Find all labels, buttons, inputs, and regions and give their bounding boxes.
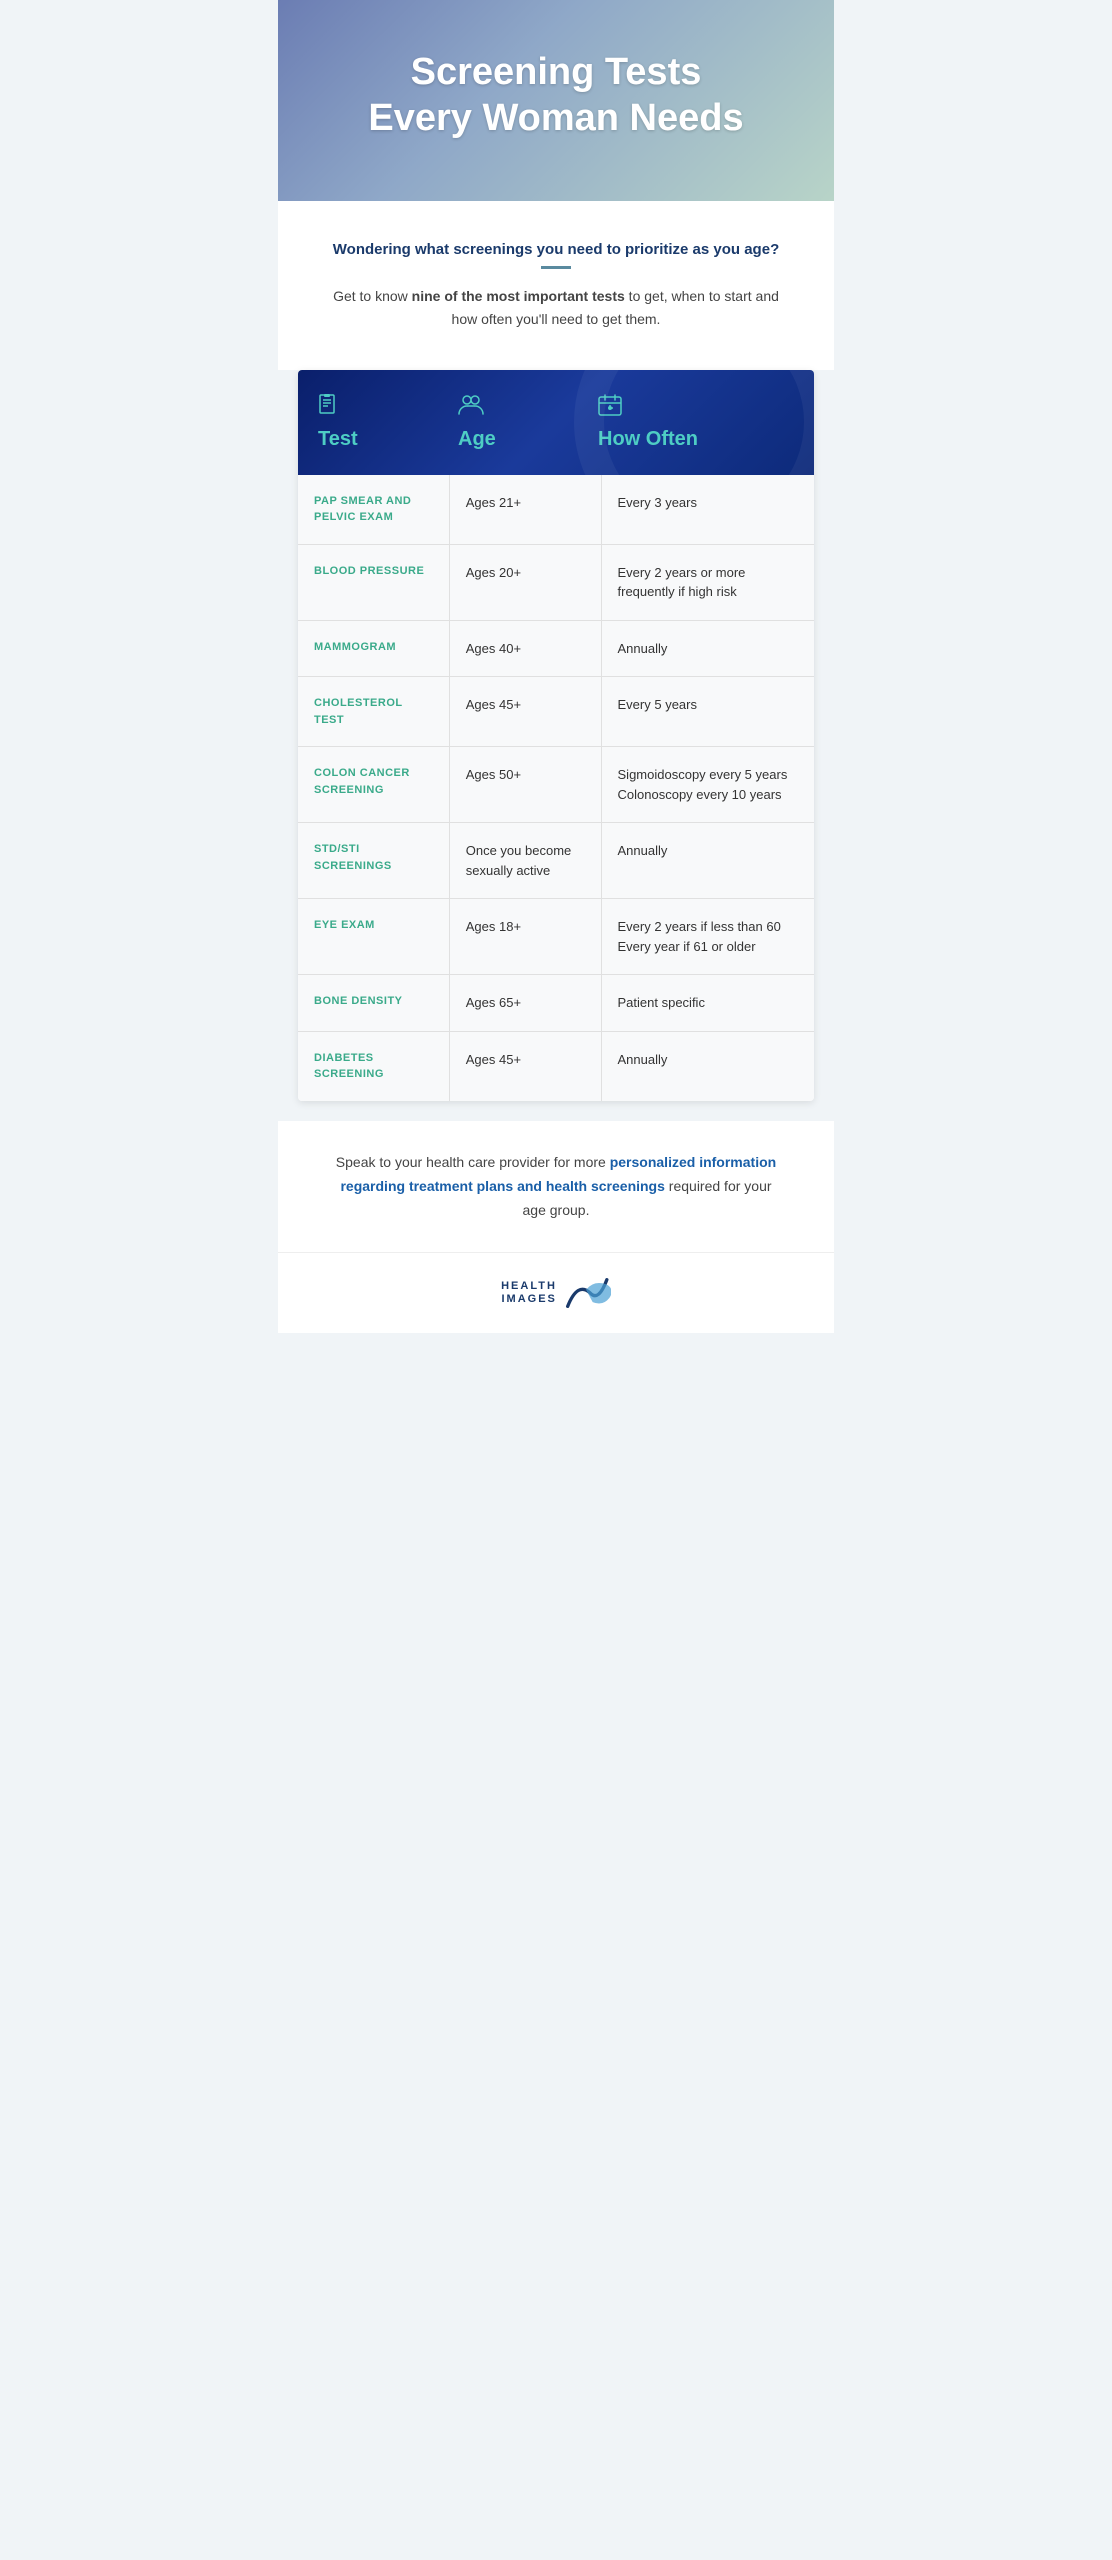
frequency-icon	[598, 394, 622, 422]
age-icon	[458, 394, 484, 422]
table-row: EYE EXAM Ages 18+ Every 2 years if less …	[298, 899, 814, 975]
cell-test-7: BONE DENSITY	[298, 975, 450, 1031]
cell-frequency-4: Sigmoidoscopy every 5 yearsColonoscopy e…	[602, 747, 814, 822]
cell-age-2: Ages 40+	[450, 621, 602, 677]
test-icon	[318, 394, 340, 422]
intro-text: Get to know nine of the most important t…	[328, 285, 784, 330]
cell-test-5: STD/STI SCREENINGS	[298, 823, 450, 898]
intro-divider	[541, 266, 571, 269]
table-row: CHOLESTEROL TEST Ages 45+ Every 5 years	[298, 677, 814, 747]
cell-frequency-3: Every 5 years	[602, 677, 814, 746]
cell-test-0: PAP SMEAR AND PELVIC EXAM	[298, 475, 450, 544]
intro-section: Wondering what screenings you need to pr…	[278, 201, 834, 370]
cell-frequency-6: Every 2 years if less than 60Every year …	[602, 899, 814, 974]
cell-age-4: Ages 50+	[450, 747, 602, 822]
intro-question: Wondering what screenings you need to pr…	[328, 241, 784, 258]
table-body: PAP SMEAR AND PELVIC EXAM Ages 21+ Every…	[298, 475, 814, 1101]
cell-age-8: Ages 45+	[450, 1032, 602, 1101]
table-row: BLOOD PRESSURE Ages 20+ Every 2 years or…	[298, 545, 814, 621]
cell-test-2: MAMMOGRAM	[298, 621, 450, 677]
col-label-frequency: How Often	[598, 428, 698, 451]
table-row: COLON CANCER SCREENING Ages 50+ Sigmoido…	[298, 747, 814, 823]
cell-age-0: Ages 21+	[450, 475, 602, 544]
col-label-age: Age	[458, 428, 496, 451]
cell-test-1: BLOOD PRESSURE	[298, 545, 450, 620]
cell-frequency-5: Annually	[602, 823, 814, 898]
cell-age-6: Ages 18+	[450, 899, 602, 974]
table-row: DIABETES SCREENING Ages 45+ Annually	[298, 1032, 814, 1101]
cell-frequency-2: Annually	[602, 621, 814, 677]
cell-age-5: Once you become sexually active	[450, 823, 602, 898]
cell-age-3: Ages 45+	[450, 677, 602, 746]
cell-age-7: Ages 65+	[450, 975, 602, 1031]
col-header-frequency: How Often	[598, 394, 794, 451]
cell-frequency-1: Every 2 years or more frequently if high…	[602, 545, 814, 620]
table-row: STD/STI SCREENINGS Once you become sexua…	[298, 823, 814, 899]
screening-table: Test Age	[298, 370, 814, 1101]
table-row: PAP SMEAR AND PELVIC EXAM Ages 21+ Every…	[298, 475, 814, 545]
col-label-test: Test	[318, 428, 358, 451]
logo: HEALTH IMAGES	[501, 1273, 611, 1313]
footer-paragraph: Speak to your health care provider for m…	[328, 1151, 784, 1222]
table-row: MAMMOGRAM Ages 40+ Annually	[298, 621, 814, 678]
col-header-age: Age	[458, 394, 598, 451]
cell-frequency-8: Annually	[602, 1032, 814, 1101]
col-header-test: Test	[318, 394, 458, 451]
cell-test-3: CHOLESTEROL TEST	[298, 677, 450, 746]
cell-test-8: DIABETES SCREENING	[298, 1032, 450, 1101]
footer-section: Speak to your health care provider for m…	[278, 1121, 834, 1252]
logo-text: HEALTH IMAGES	[501, 1280, 557, 1306]
header-section: Screening Tests Every Woman Needs	[278, 0, 834, 201]
cell-test-4: COLON CANCER SCREENING	[298, 747, 450, 822]
table-header: Test Age	[298, 370, 814, 475]
cell-frequency-0: Every 3 years	[602, 475, 814, 544]
cell-age-1: Ages 20+	[450, 545, 602, 620]
logo-section: HEALTH IMAGES	[278, 1252, 834, 1333]
logo-icon	[561, 1273, 611, 1313]
table-row: BONE DENSITY Ages 65+ Patient specific	[298, 975, 814, 1032]
cell-frequency-7: Patient specific	[602, 975, 814, 1031]
cell-test-6: EYE EXAM	[298, 899, 450, 974]
main-title: Screening Tests Every Woman Needs	[318, 50, 794, 141]
